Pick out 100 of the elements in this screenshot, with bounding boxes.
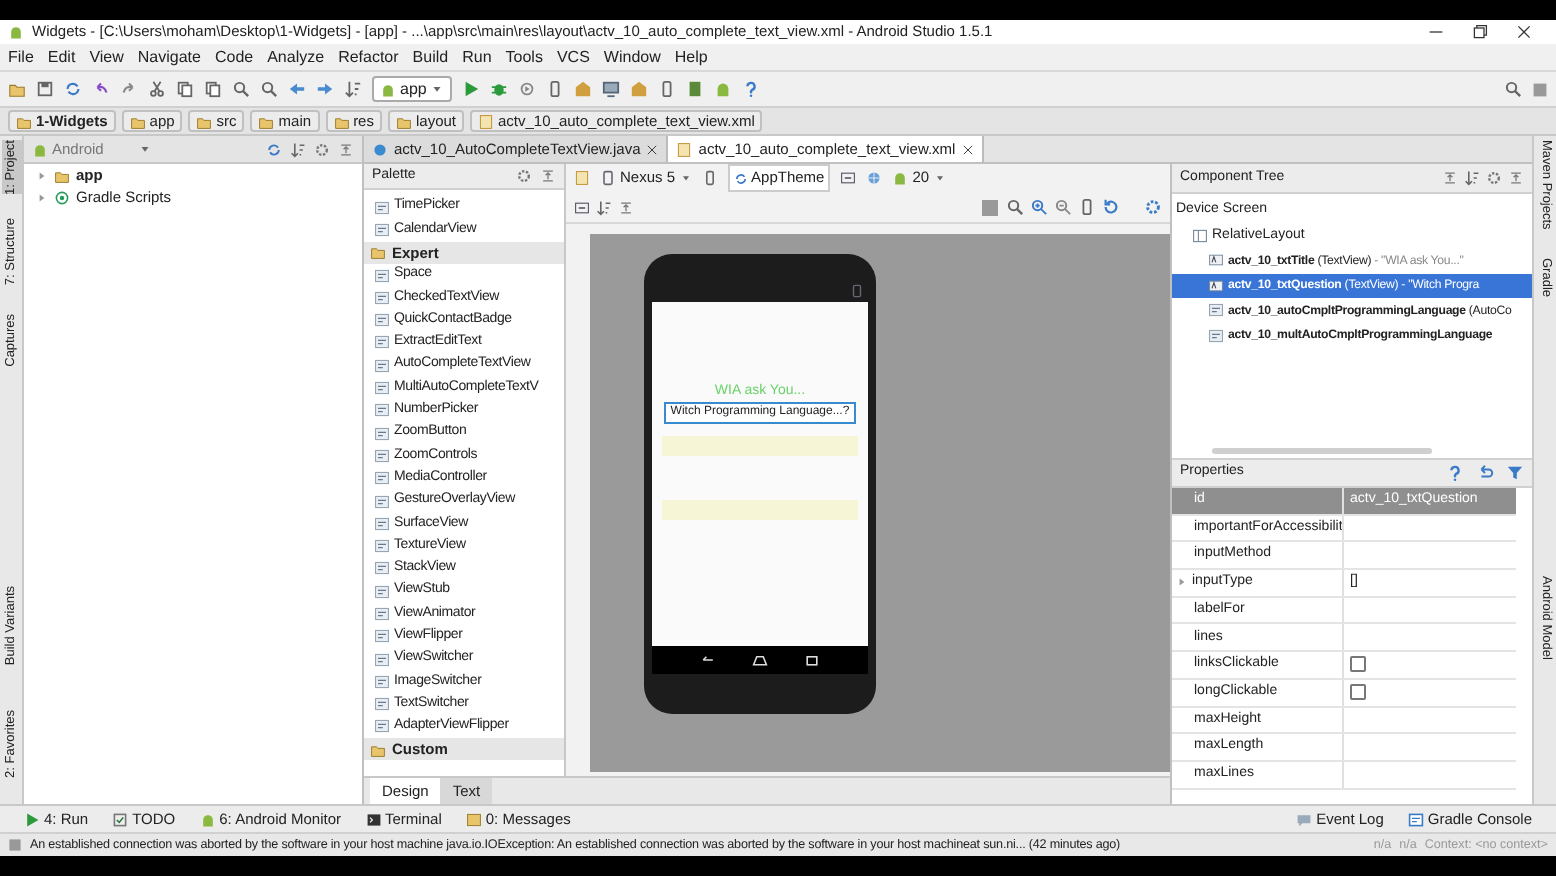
menu-item[interactable]: Refactor [338, 45, 399, 69]
expand-icon[interactable] [338, 141, 354, 157]
help-icon[interactable] [1446, 464, 1464, 482]
menu-item[interactable]: Build [412, 45, 449, 69]
widget-icon [374, 447, 390, 464]
folder-icon [370, 244, 386, 261]
menu-item[interactable]: VCS [556, 45, 590, 69]
widget-icon [374, 718, 390, 735]
sort-icon[interactable] [1464, 170, 1480, 186]
package-icon[interactable] [574, 80, 593, 98]
device-icon[interactable] [1078, 198, 1096, 216]
phone-icon [600, 170, 616, 186]
sort-icon[interactable] [290, 141, 306, 157]
close-icon[interactable] [646, 143, 659, 155]
device-icon[interactable] [701, 170, 718, 186]
expand-arrow-icon[interactable] [1176, 576, 1188, 589]
search-icon[interactable] [232, 80, 250, 98]
undo-icon[interactable] [1476, 464, 1494, 482]
bug-icon[interactable] [490, 80, 509, 98]
device-manager-icon[interactable] [686, 80, 705, 98]
menu-item[interactable]: Window [603, 45, 661, 69]
widget-icon [374, 334, 390, 351]
expand-icon[interactable] [618, 199, 634, 215]
package-icon[interactable] [630, 80, 649, 98]
menu-item[interactable]: Help [674, 45, 708, 69]
widget-icon [374, 199, 390, 216]
sort-icon[interactable] [596, 199, 612, 215]
redo-icon[interactable] [120, 80, 138, 98]
device-icon[interactable] [546, 80, 565, 98]
scrollbar[interactable] [1212, 447, 1432, 453]
square-icon[interactable] [980, 197, 1000, 217]
widget-icon [374, 605, 390, 622]
menu-item[interactable]: View [89, 45, 124, 69]
save-icon[interactable] [36, 80, 54, 98]
widget-icon [1208, 327, 1224, 344]
square-icon[interactable] [8, 838, 22, 852]
widget-icon [374, 696, 390, 713]
search-icon[interactable] [260, 80, 278, 98]
sync-icon[interactable] [64, 80, 82, 98]
expand-icon[interactable] [540, 168, 556, 184]
run-configuration-dropdown[interactable]: app [372, 76, 453, 102]
gear-icon[interactable] [516, 168, 532, 184]
xml-file-icon[interactable] [574, 170, 590, 186]
expand-icon[interactable] [1442, 170, 1458, 186]
menu-item[interactable]: Edit [47, 45, 76, 69]
help-icon[interactable] [742, 80, 761, 98]
zoom-out-icon[interactable] [1054, 198, 1072, 216]
play-icon[interactable] [462, 80, 481, 98]
menu-item[interactable]: Navigate [137, 45, 201, 69]
close-icon[interactable] [1516, 24, 1532, 40]
attach-debugger-icon[interactable] [518, 80, 537, 98]
forward-arrow-icon[interactable] [316, 80, 334, 98]
layout-icon [1192, 227, 1208, 244]
xml-file-icon [676, 141, 693, 157]
android-icon [32, 141, 48, 157]
search-icon[interactable] [1006, 198, 1024, 216]
checkbox[interactable] [1350, 684, 1366, 701]
restore-icon[interactable] [1472, 24, 1488, 40]
console-icon [1407, 811, 1424, 827]
search-icon[interactable] [1504, 80, 1522, 98]
menu-item[interactable]: Tools [505, 45, 543, 69]
refresh-icon[interactable] [1102, 198, 1120, 216]
recents-icon [804, 652, 820, 668]
globe-icon[interactable] [866, 170, 883, 186]
back-arrow-icon[interactable] [288, 80, 306, 98]
widget-icon [374, 425, 390, 442]
android-icon [892, 170, 909, 186]
widget-icon [374, 267, 390, 284]
folder-icon [258, 113, 275, 129]
xml-file-icon [478, 113, 494, 129]
checkbox[interactable] [1350, 656, 1366, 673]
layout-mode-icon[interactable] [574, 199, 590, 215]
monitor-icon[interactable] [602, 80, 621, 98]
android-icon[interactable] [714, 80, 733, 98]
folder-icon [395, 113, 412, 129]
home-icon [752, 652, 768, 668]
widget-icon [374, 538, 390, 555]
folder-icon [333, 113, 350, 129]
expand-icon[interactable] [1508, 170, 1524, 186]
layout-mode-icon[interactable] [840, 170, 857, 186]
widget-icon [1208, 302, 1224, 319]
menu-item[interactable]: Code [214, 45, 254, 69]
menu-item[interactable]: File [8, 45, 34, 69]
close-icon[interactable] [961, 143, 974, 155]
settings-icon[interactable] [1144, 198, 1162, 216]
widget-icon [374, 493, 390, 509]
device-icon[interactable] [658, 80, 677, 98]
gear-icon[interactable] [1486, 170, 1502, 186]
menu-item[interactable]: Analyze [267, 45, 325, 69]
filter-icon[interactable] [1506, 464, 1524, 482]
widget-icon [374, 515, 390, 532]
square-icon[interactable] [1532, 81, 1548, 97]
sync-icon[interactable] [266, 141, 282, 157]
widget-icon [374, 628, 390, 645]
gear-icon[interactable] [314, 141, 330, 157]
cut-icon[interactable] [148, 80, 166, 98]
sort-icon[interactable] [344, 80, 362, 98]
undo-icon[interactable] [92, 80, 110, 98]
menu-item[interactable]: Run [462, 45, 492, 69]
zoom-in-icon[interactable] [1030, 198, 1048, 216]
